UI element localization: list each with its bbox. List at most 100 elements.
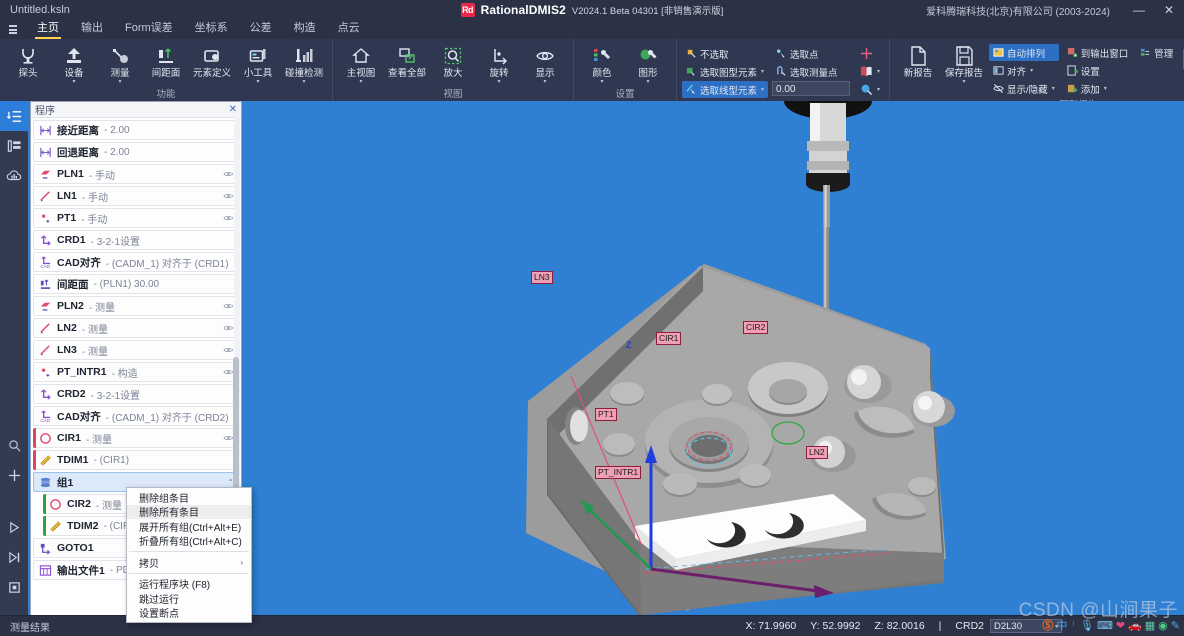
program-item[interactable]: PT_INTR1 - 构造 (33, 362, 239, 382)
select-line-button[interactable]: 选取线型元素 ▾ (682, 81, 769, 98)
program-item[interactable]: TDIM1 - (CIR1) (33, 450, 239, 470)
context-menu-item[interactable]: 跳过运行 (127, 591, 251, 606)
visibility-eye-icon[interactable] (223, 324, 234, 332)
program-item[interactable]: CAD CAD对齐 - (CADM_1) 对齐于 (CRD2) (33, 406, 239, 426)
chevron-down-icon[interactable]: ▾ (877, 86, 880, 93)
home-view-button[interactable]: 主视图 ▾ (338, 43, 384, 85)
measure-button[interactable]: 测量 ▾ (97, 43, 143, 85)
program-item[interactable]: PLN1 - 手动 (33, 164, 239, 184)
select-measure-point-button[interactable]: 选取测量点 (772, 63, 850, 80)
add-icon[interactable] (0, 460, 28, 490)
visibility-eye-icon[interactable] (223, 214, 234, 222)
program-item[interactable]: CRD1 - 3-2-1设置 (33, 230, 239, 250)
tab-point-cloud[interactable]: 点云 (327, 20, 371, 39)
chevron-down-icon[interactable]: ▾ (359, 79, 362, 85)
tools-button[interactable]: 小工具 ▾ (235, 43, 281, 85)
context-menu-item[interactable]: 删除所有条目 (127, 504, 251, 519)
crosshair-button[interactable] (856, 45, 877, 62)
program-item[interactable]: LN1 - 手动 (33, 186, 239, 206)
menu-icon[interactable] (0, 20, 26, 39)
chevron-down-icon[interactable]: ▾ (761, 68, 764, 75)
feature-define-button[interactable]: 元素定义 (189, 43, 235, 79)
save-report-button[interactable]: 保存报告 ▾ (941, 43, 987, 85)
to-output-window-button[interactable]: 到输出窗口 (1063, 44, 1133, 61)
visibility-eye-icon[interactable] (223, 192, 234, 200)
step-icon[interactable] (0, 542, 28, 572)
circle-icon[interactable]: ◉ (1158, 620, 1168, 632)
graphics-button[interactable]: 图形 ▾ (625, 43, 671, 85)
program-item[interactable]: CIR1 - 测量 (33, 428, 239, 448)
tree-view-icon[interactable] (0, 131, 28, 161)
chevron-down-icon[interactable]: ▾ (963, 79, 966, 85)
car-icon[interactable]: 🚗 (1128, 620, 1142, 632)
ime-punct-icon[interactable]: ᛌ (1070, 620, 1077, 632)
chevron-down-icon[interactable]: ▾ (302, 79, 305, 85)
mic-icon[interactable]: 🎙 (1080, 620, 1094, 632)
add-button[interactable]: 添加 ▾ (1063, 80, 1133, 97)
chevron-down-icon[interactable]: ▾ (600, 79, 603, 85)
select-point-button[interactable]: 选取点 (772, 45, 850, 62)
stop-icon[interactable] (0, 572, 28, 602)
point-cloud-icon[interactable] (0, 161, 28, 191)
program-item[interactable]: PLN2 - 测量 (33, 296, 239, 316)
tab-construct[interactable]: 构造 (283, 20, 327, 39)
palette-button[interactable]: ▾ (856, 81, 884, 98)
program-list-icon[interactable] (0, 101, 28, 131)
program-context-menu[interactable]: 删除组条目 删除所有条目 展开所有组(Ctrl+Alt+E) 折叠所有组(Ctrl+A… (126, 487, 252, 623)
display-button[interactable]: 显示 ▾ (522, 43, 568, 85)
context-menu-item[interactable]: 展开所有组(Ctrl+Alt+E) (127, 519, 251, 534)
selection-value-input[interactable]: 0.00 (772, 81, 851, 96)
fit-all-button[interactable]: 查看全部 (384, 43, 430, 79)
context-menu-item[interactable]: 运行程序块 (F8) (127, 577, 251, 591)
tab-coordinate-system[interactable]: 坐标系 (184, 20, 239, 39)
new-report-button[interactable]: 新报告 (895, 43, 941, 79)
chevron-down-icon[interactable]: ▾ (72, 79, 75, 85)
no-select-button[interactable]: 不选取 (682, 45, 768, 62)
program-item[interactable]: 回退距离 - 2.00 (33, 142, 239, 162)
context-menu-item[interactable]: 删除组条目 (127, 490, 251, 505)
probe-button[interactable]: 探头 (5, 43, 51, 79)
program-item[interactable]: 间距面 - (PLN1) 30.00 (33, 274, 239, 294)
book-button[interactable]: ▾ (856, 63, 884, 80)
align-button[interactable]: 对齐 ▾ (989, 62, 1059, 79)
context-menu-item[interactable]: 折叠所有组(Ctrl+Alt+C) (127, 534, 251, 548)
minimize-button[interactable]: — (1124, 0, 1154, 20)
ime-s-icon[interactable]: Ⓢ (1042, 620, 1053, 632)
close-icon[interactable]: ✕ (229, 104, 237, 115)
program-item[interactable]: LN3 - 测量 (33, 340, 239, 360)
select-feature-button[interactable]: 选取图型元素 ▾ (682, 63, 768, 80)
zoom-button[interactable]: 放大 (430, 43, 476, 79)
program-item[interactable]: PT1 - 手动 (33, 208, 239, 228)
close-button[interactable]: ✕ (1154, 0, 1184, 20)
run-icon[interactable] (0, 512, 28, 542)
search-icon[interactable] (0, 430, 28, 460)
chevron-down-icon[interactable]: ▾ (1104, 85, 1107, 92)
visibility-eye-icon[interactable] (223, 302, 234, 310)
context-menu-item[interactable]: 拷贝 › (127, 555, 251, 570)
visibility-eye-icon[interactable] (223, 346, 234, 354)
collision-button[interactable]: 碰撞检测 ▾ (281, 43, 327, 85)
rotate-button[interactable]: 旋转 ▾ (476, 43, 522, 85)
manage-button[interactable]: 管理 (1136, 44, 1177, 61)
chevron-down-icon[interactable]: ▾ (256, 79, 259, 85)
auto-arrange-button[interactable]: 自动排列 (989, 44, 1059, 61)
pen-icon[interactable]: ✎ (1171, 620, 1180, 632)
heart-icon[interactable]: ❤ (1116, 620, 1125, 632)
tab-output[interactable]: 输出 (70, 20, 114, 39)
chevron-down-icon[interactable]: ▾ (543, 79, 546, 85)
offset-plane-button[interactable]: 间距面 (143, 43, 189, 79)
chevron-down-icon[interactable]: ▾ (497, 79, 500, 85)
tab-home[interactable]: 主页 (26, 20, 70, 39)
program-item[interactable]: CAD CAD对齐 - (CADM_1) 对齐于 (CRD1) (33, 252, 239, 272)
chevron-down-icon[interactable]: ▾ (118, 79, 121, 85)
tab-tolerance[interactable]: 公差 (239, 20, 283, 39)
report-settings-button[interactable]: 设置 (1063, 62, 1133, 79)
program-item[interactable]: LN2 - 测量 (33, 318, 239, 338)
keyboard-icon[interactable]: ⌨ (1097, 620, 1113, 632)
program-item[interactable]: CRD2 - 3-2-1设置 (33, 384, 239, 404)
chevron-down-icon[interactable]: ▾ (761, 86, 764, 93)
visibility-eye-icon[interactable] (223, 170, 234, 178)
chevron-down-icon[interactable]: ▾ (646, 79, 649, 85)
ime-chinese-icon[interactable]: 中 (1056, 620, 1067, 632)
color-button[interactable]: 颜色 ▾ (579, 43, 625, 85)
